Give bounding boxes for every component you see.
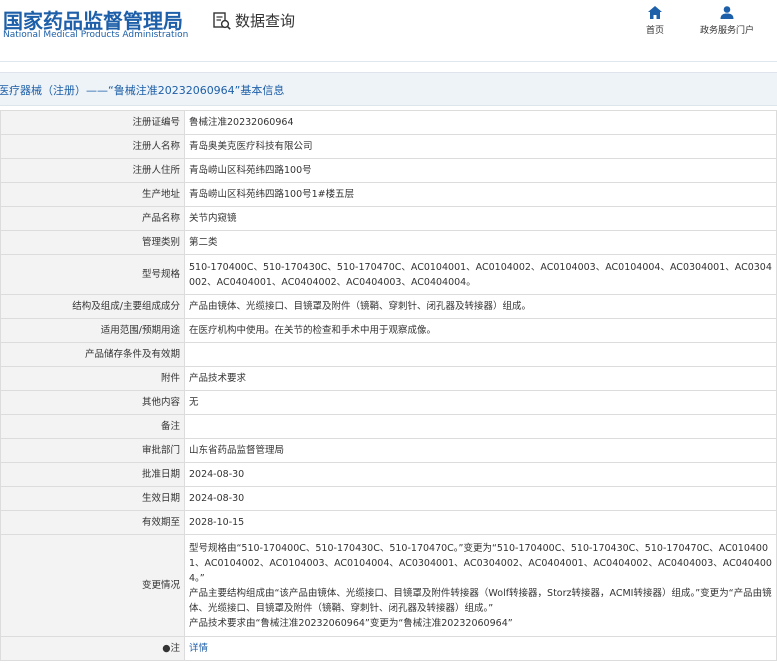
table-row-note: ●注 详情	[0, 636, 777, 661]
field-label: 生产地址	[0, 182, 185, 207]
field-label: 注册人住所	[0, 158, 185, 183]
field-value: 510-170400C、510-170430C、510-170470C、AC01…	[184, 254, 777, 295]
field-value: 2028-10-15	[184, 510, 777, 535]
nav-service-portal[interactable]: 政务服务门户	[700, 6, 754, 36]
table-row: 型号规格 510-170400C、510-170430C、510-170470C…	[0, 254, 777, 295]
field-value	[184, 414, 777, 439]
nav-service-label: 政务服务门户	[700, 26, 755, 36]
table-row: 审批部门 山东省药品监督管理局	[0, 438, 777, 463]
table-row: 备注	[0, 414, 777, 439]
table-row: 注册证编号 鲁械注准20232060964	[0, 110, 777, 135]
table-row: 批准日期 2024-08-30	[0, 462, 777, 487]
field-value: 2024-08-30	[184, 462, 777, 487]
table-row: 产品储存条件及有效期	[0, 342, 777, 367]
field-label: 注册人名称	[0, 134, 185, 159]
note-label-cell: ●注	[0, 636, 185, 661]
search-document-icon	[213, 11, 231, 30]
field-label: 产品名称	[0, 206, 185, 231]
field-value: 在医疗机构中使用。在关节的检查和手术中用于观察成像。	[184, 318, 777, 343]
change-label: 变更情况	[0, 534, 185, 637]
field-value	[184, 342, 777, 367]
record-title-bar: 医疗器械（注册）——“鲁械注准20232060964”基本信息	[0, 72, 777, 106]
table-row: 生效日期 2024-08-30	[0, 486, 777, 511]
data-query-label: 数据查询	[235, 12, 296, 30]
data-query-heading[interactable]: 数据查询	[212, 10, 295, 31]
detail-link[interactable]: 详情	[189, 643, 208, 654]
field-label: 其他内容	[0, 390, 185, 415]
site-header: 国家药品监督管理局 National Medical Products Admi…	[0, 0, 777, 55]
field-label: 审批部门	[0, 438, 185, 463]
table-row: 注册人名称 青岛奥美克医疗科技有限公司	[0, 134, 777, 159]
change-line-1: 型号规格由“510-170400C、510-170430C、510-170470…	[189, 542, 772, 584]
field-label: 结构及组成/主要组成成分	[0, 294, 185, 319]
nav-home-label: 首页	[646, 26, 665, 36]
field-value: 第二类	[184, 230, 777, 255]
field-label: 批准日期	[0, 462, 185, 487]
home-icon	[648, 6, 662, 19]
note-label: 注	[170, 643, 180, 654]
header-divider	[0, 61, 777, 62]
table-row: 其他内容 无	[0, 390, 777, 415]
field-label: 备注	[0, 414, 185, 439]
field-value: 青岛崂山区科苑纬四路100号1#楼五层	[184, 182, 777, 207]
field-value: 关节内窥镜	[184, 206, 777, 231]
user-icon	[720, 6, 734, 19]
field-value: 产品技术要求	[184, 366, 777, 391]
table-row: 管理类别 第二类	[0, 230, 777, 255]
table-row: 注册人住所 青岛崂山区科苑纬四路100号	[0, 158, 777, 183]
field-value: 青岛崂山区科苑纬四路100号	[184, 158, 777, 183]
field-value: 山东省药品监督管理局	[184, 438, 777, 463]
field-label: 适用范围/预期用途	[0, 318, 185, 343]
change-value: 型号规格由“510-170400C、510-170430C、510-170470…	[184, 534, 777, 637]
change-line-2: 产品主要结构组成由“该产品由镜体、光缆接口、目镜罩及附件转接器（Wolf转接器，…	[189, 587, 772, 614]
note-value: 详情	[184, 636, 777, 661]
registration-info-table: 注册证编号 鲁械注准20232060964 注册人名称 青岛奥美克医疗科技有限公…	[0, 110, 777, 661]
field-label: 型号规格	[0, 254, 185, 295]
field-value: 青岛奥美克医疗科技有限公司	[184, 134, 777, 159]
table-row: 适用范围/预期用途 在医疗机构中使用。在关节的检查和手术中用于观察成像。	[0, 318, 777, 343]
site-logo-english[interactable]: National Medical Products Administration	[3, 30, 188, 40]
change-line-3: 产品技术要求由“鲁械注准20232060964”变更为“鲁械注准20232060…	[189, 617, 513, 629]
field-label: 生效日期	[0, 486, 185, 511]
table-row: 生产地址 青岛崂山区科苑纬四路100号1#楼五层	[0, 182, 777, 207]
record-title: 医疗器械（注册）——“鲁械注准20232060964”基本信息	[0, 84, 285, 97]
field-label: 有效期至	[0, 510, 185, 535]
field-value: 无	[184, 390, 777, 415]
table-row-change: 变更情况 型号规格由“510-170400C、510-170430C、510-1…	[0, 534, 777, 637]
field-label: 注册证编号	[0, 110, 185, 135]
field-label: 管理类别	[0, 230, 185, 255]
field-value: 鲁械注准20232060964	[184, 110, 777, 135]
field-label: 产品储存条件及有效期	[0, 342, 185, 367]
field-value: 2024-08-30	[184, 486, 777, 511]
field-label: 附件	[0, 366, 185, 391]
table-row: 结构及组成/主要组成成分 产品由镜体、光缆接口、目镜罩及附件（镜鞘、穿刺针、闭孔…	[0, 294, 777, 319]
field-value: 产品由镜体、光缆接口、目镜罩及附件（镜鞘、穿刺针、闭孔器及转接器）组成。	[184, 294, 777, 319]
table-row: 附件 产品技术要求	[0, 366, 777, 391]
table-row: 产品名称 关节内窥镜	[0, 206, 777, 231]
table-row: 有效期至 2028-10-15	[0, 510, 777, 535]
nav-home[interactable]: 首页	[646, 6, 664, 36]
